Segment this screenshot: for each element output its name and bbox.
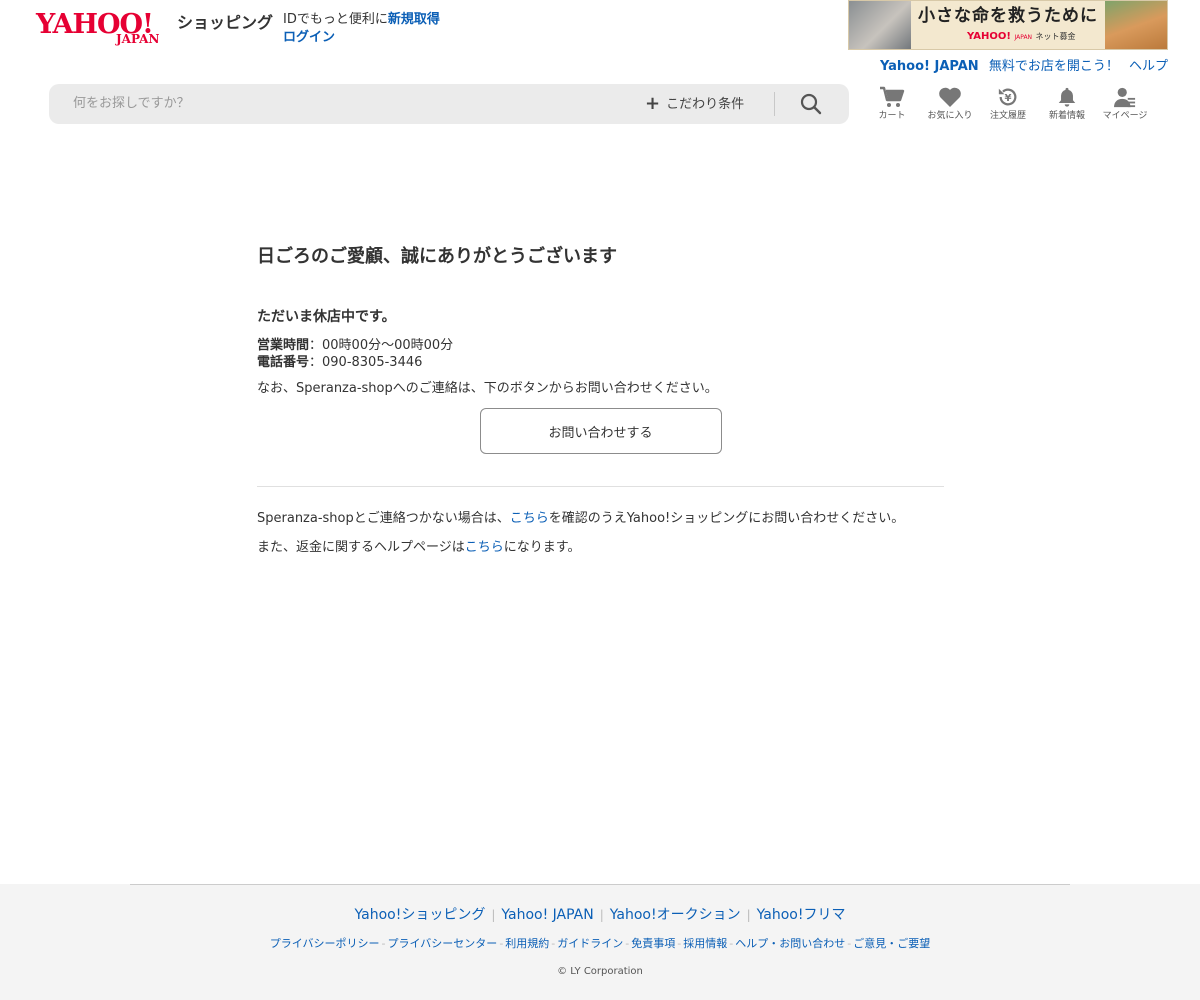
donation-banner[interactable]: 小さな命を救うために YAHOO! JAPAN ネット募金 <box>848 0 1168 50</box>
store-closed-notice: 日ごろのご愛顧、誠にありがとうございます ただいま休店中です。 営業時間：00時… <box>257 244 944 557</box>
svg-text:¥: ¥ <box>1004 93 1011 104</box>
footer-link-terms[interactable]: 利用規約 <box>505 937 549 950</box>
user-icon <box>1114 87 1136 108</box>
contact-store-button[interactable]: お問い合わせする <box>479 408 722 454</box>
order-history-icon: ¥ <box>998 88 1017 106</box>
filter-conditions-button[interactable]: + こだわり条件 <box>645 94 744 115</box>
fallback-text-pre: Speranza-shopとご連絡つかない場合は、 <box>257 511 510 526</box>
fallback-text-post: を確認のうえYahoo!ショッピングにお問い合わせください。 <box>548 511 905 526</box>
footer-rule <box>130 884 1070 885</box>
section-divider <box>257 486 944 487</box>
nav-mypage-label: マイページ <box>1102 111 1148 121</box>
nav-mypage[interactable]: マイページ <box>1095 86 1155 122</box>
copyright: © LY Corporation <box>557 966 643 977</box>
banner-headline: 小さな命を救うために <box>918 6 1098 26</box>
refund-text-post: になります。 <box>503 540 581 555</box>
footer-link-guidelines[interactable]: ガイドライン <box>557 937 623 950</box>
footer-dot: - <box>381 937 386 950</box>
search-input[interactable]: 何をお探しですか？ <box>73 95 190 113</box>
search-button[interactable] <box>799 92 825 116</box>
login-link[interactable]: ログイン <box>283 29 440 47</box>
filter-conditions-label: こだわり条件 <box>666 97 745 112</box>
phone-number: 電話番号：090-8305-3446 <box>257 354 944 371</box>
nav-favorites[interactable]: お気に入り <box>920 86 980 122</box>
top-link-open-store[interactable]: 無料でお店を開こう！ <box>989 59 1119 74</box>
nav-cart-label: カート <box>878 111 906 121</box>
banner-brand: YAHOO! JAPAN ネット募金 <box>967 30 1076 45</box>
yahoo-japan-logo[interactable]: YAHOO! JAPAN <box>36 10 176 48</box>
footer: Yahoo!ショッピング | Yahoo! JAPAN | Yahoo!オークション | Y… <box>0 884 1200 1000</box>
footer-link-yahoo-japan[interactable]: Yahoo! JAPAN <box>495 907 599 923</box>
refund-here-link[interactable]: こちら <box>465 540 504 555</box>
search-divider <box>774 92 775 116</box>
signup-link[interactable]: 新規取得 <box>388 12 440 27</box>
phone-number-value: ：090-8305-3446 <box>309 355 423 370</box>
fallback-here-link[interactable]: こちら <box>510 511 549 526</box>
search-icon <box>800 93 822 115</box>
bell-icon <box>1058 87 1076 107</box>
cart-icon <box>880 86 905 107</box>
footer-link-feedback[interactable]: ご意見・ご要望 <box>853 937 930 950</box>
footer-link-shopping[interactable]: Yahoo!ショッピング <box>349 907 492 923</box>
footer-link-privacy-policy[interactable]: プライバシーポリシー <box>270 937 380 950</box>
closed-message: ただいま休店中です。 <box>257 309 396 325</box>
nav-notifications[interactable]: 新着情報 <box>1037 86 1097 122</box>
top-links: Yahoo! JAPAN 無料でお店を開こう！ ヘルプ <box>874 58 1168 76</box>
footer-link-careers[interactable]: 採用情報 <box>683 937 727 950</box>
nav-notifications-label: 新着情報 <box>1048 111 1085 121</box>
search-bar: 何をお探しですか？ + こだわり条件 <box>49 84 849 124</box>
business-hours-label: 営業時間 <box>257 338 310 353</box>
banner-brand-yahoo: YAHOO! <box>967 31 1011 42</box>
nav-order-history[interactable]: ¥ 注文履歴 <box>978 86 1038 122</box>
refund-text-pre: また、返金に関するヘルプページは <box>257 540 465 555</box>
business-hours: 営業時間：00時00分～00時00分 <box>257 337 944 354</box>
page-title: 日ごろのご愛顧、誠にありがとうございます <box>257 246 617 267</box>
nav-order-history-label: 注文履歴 <box>989 111 1026 121</box>
footer-service-links: Yahoo!ショッピング | Yahoo! JAPAN | Yahoo!オークション | Y… <box>0 905 1200 925</box>
footer-policy-links: プライバシーポリシー - プライバシーセンター - 利用規約 - ガイドライン - 免責事項 - 採… <box>0 936 1200 952</box>
footer-link-help-contact[interactable]: ヘルプ・お問い合わせ <box>735 937 845 950</box>
footer-link-flea-market[interactable]: Yahoo!フリマ <box>751 907 852 923</box>
heart-icon <box>939 87 961 107</box>
puppy-photo <box>1105 1 1167 49</box>
store-info: 営業時間：00時00分～00時00分 電話番号：090-8305-3446 <box>257 337 944 371</box>
refund-help-text: また、返金に関するヘルプページはこちらになります。 <box>257 539 944 557</box>
shopping-service-link[interactable]: ショッピング <box>177 12 273 34</box>
top-link-help[interactable]: ヘルプ <box>1129 59 1168 74</box>
top-link-yahoo-japan[interactable]: Yahoo! JAPAN <box>880 59 979 74</box>
banner-fund-text: ネット募金 <box>1035 32 1076 41</box>
contact-note: なお、Speranza-shopへのご連絡は、下のボタンからお問い合わせください… <box>257 381 718 396</box>
phone-number-label: 電話番号 <box>257 355 310 370</box>
footer-link-disclaimer[interactable]: 免責事項 <box>631 937 675 950</box>
kitten-photo <box>849 1 911 49</box>
user-nav: カート お気に入り ¥ 注文履歴 新着情報 マイページ <box>868 86 1158 128</box>
logo-japan-text: JAPAN <box>116 32 160 46</box>
banner-brand-japan: JAPAN <box>1014 34 1033 41</box>
footer-link-privacy-center[interactable]: プライバシーセンター <box>388 937 498 950</box>
login-area: IDでもっと便利に新規取得 ログイン <box>283 11 440 47</box>
footer-link-auction[interactable]: Yahoo!オークション <box>604 907 747 923</box>
plus-icon: + <box>645 93 661 114</box>
nav-favorites-label: お気に入り <box>927 111 973 121</box>
login-promo-text: IDでもっと便利に <box>283 12 388 27</box>
business-hours-value: ：00時00分～00時00分 <box>309 338 454 353</box>
fallback-contact-text: Speranza-shopとご連絡つかない場合は、こちらを確認のうえYahoo!… <box>257 510 944 528</box>
nav-cart[interactable]: カート <box>862 86 922 122</box>
